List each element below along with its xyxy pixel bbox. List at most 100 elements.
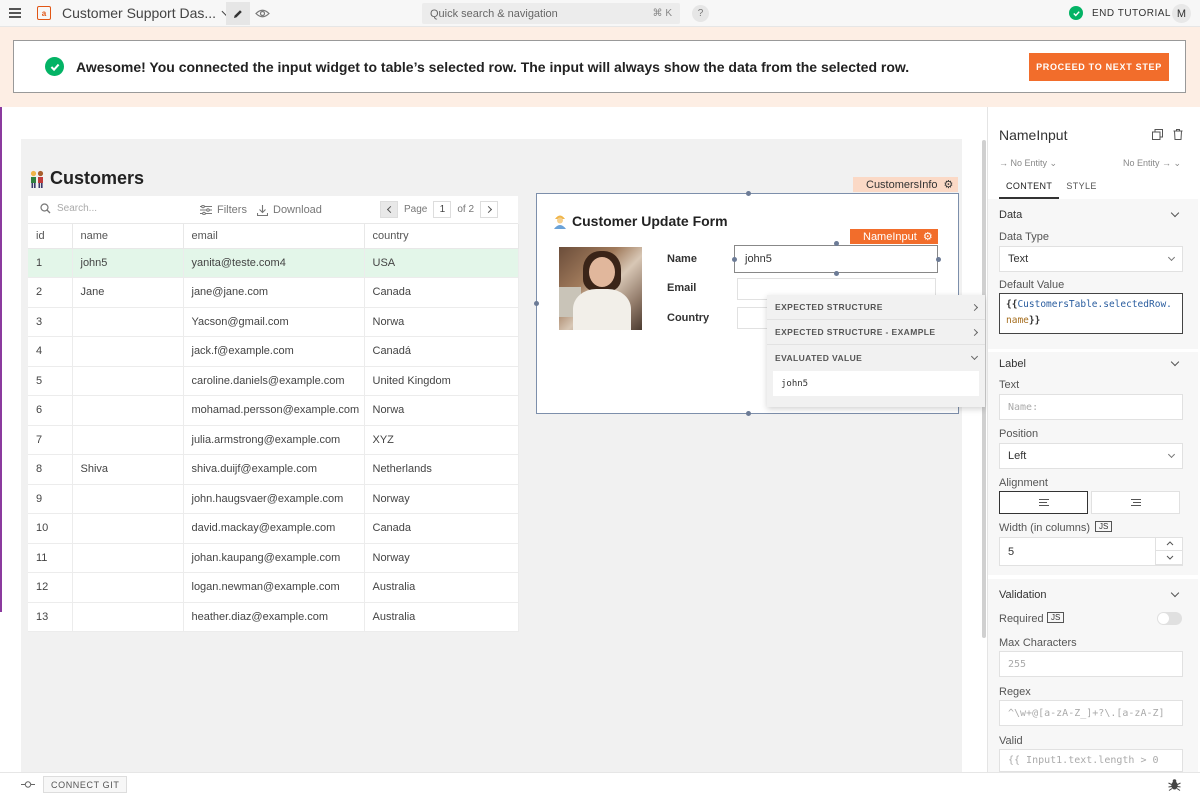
cell-name[interactable]: Shiva — [72, 454, 184, 485]
entity-link-left[interactable]: → No Entity ⌄ — [999, 158, 1057, 169]
label-section-title[interactable]: Label — [999, 358, 1026, 370]
cell-country[interactable]: United Kingdom — [364, 366, 519, 396]
valid-input[interactable]: {{ Input1.text.length > 0 — [999, 749, 1183, 772]
position-select[interactable]: Left — [999, 443, 1183, 469]
data-section-title[interactable]: Data — [999, 209, 1022, 221]
cell-country[interactable]: Australia — [364, 602, 519, 632]
table-row[interactable]: 1 john5 yanita@teste.com4 USA — [28, 248, 519, 278]
help-button[interactable]: ? — [692, 5, 709, 22]
cell-email[interactable]: logan.newman@example.com — [183, 572, 365, 603]
cell-id[interactable]: 9 — [28, 484, 73, 514]
nameinput-widget-tag[interactable]: NameInput ⚙ — [850, 229, 938, 244]
cell-id[interactable]: 5 — [28, 366, 73, 396]
cell-name[interactable]: Jane — [72, 277, 184, 308]
copy-icon[interactable] — [1152, 129, 1163, 140]
cell-email[interactable]: jack.f@example.com — [183, 336, 365, 367]
cell-name[interactable] — [72, 484, 184, 514]
cell-email[interactable]: johan.kaupang@example.com — [183, 543, 365, 573]
cell-email[interactable]: john.haugsvaer@example.com — [183, 484, 365, 514]
expected-structure-row[interactable]: EXPECTED STRUCTURE — [767, 295, 985, 320]
preview-button[interactable] — [254, 6, 270, 20]
name-input[interactable]: john5 — [734, 245, 938, 273]
resize-handle-top[interactable] — [746, 191, 751, 196]
resize-handle-left[interactable] — [732, 257, 737, 262]
cell-email[interactable]: shiva.duijf@example.com — [183, 454, 365, 485]
cell-email[interactable]: julia.armstrong@example.com — [183, 425, 365, 455]
table-row[interactable]: 10 david.mackay@example.com Canada — [28, 513, 519, 544]
cell-id[interactable]: 6 — [28, 395, 73, 426]
increment-button[interactable] — [1156, 537, 1183, 551]
required-toggle[interactable] — [1157, 612, 1182, 625]
tab-content[interactable]: CONTENT — [999, 178, 1060, 199]
cell-id[interactable]: 13 — [28, 602, 73, 632]
filters-button[interactable]: Filters — [200, 204, 247, 216]
js-toggle-badge[interactable]: JS — [1095, 521, 1113, 532]
label-text-input[interactable]: Name: — [999, 394, 1183, 420]
js-toggle-badge[interactable]: JS — [1047, 612, 1065, 623]
width-stepper[interactable] — [1155, 537, 1183, 566]
cell-name[interactable] — [72, 543, 184, 573]
edit-mode-button[interactable] — [226, 2, 250, 25]
regex-input[interactable]: ^\w+@[a-zA-Z_]+?\.[a-zA-Z] — [999, 700, 1183, 726]
prev-page-button[interactable] — [380, 201, 398, 218]
cell-email[interactable]: Yacson@gmail.com — [183, 307, 365, 337]
data-type-select[interactable]: Text — [999, 246, 1183, 272]
expected-example-row[interactable]: EXPECTED STRUCTURE - EXAMPLE — [767, 320, 985, 345]
column-header-name[interactable]: name — [72, 224, 184, 249]
max-characters-input[interactable]: 255 — [999, 651, 1183, 677]
table-row[interactable]: 13 heather.diaz@example.com Australia — [28, 602, 519, 632]
cell-id[interactable]: 7 — [28, 425, 73, 455]
app-title[interactable]: Customer Support Das... — [62, 5, 216, 21]
validation-section-title[interactable]: Validation — [999, 589, 1047, 601]
cell-email[interactable]: david.mackay@example.com — [183, 513, 365, 544]
widget-name[interactable]: NameInput — [999, 127, 1067, 143]
cell-country[interactable]: USA — [364, 248, 519, 278]
cell-country[interactable]: Norwa — [364, 307, 519, 337]
cell-id[interactable]: 8 — [28, 454, 73, 485]
column-header-email[interactable]: email — [183, 224, 365, 249]
cell-country[interactable]: Australia — [364, 572, 519, 603]
cell-id[interactable]: 12 — [28, 572, 73, 603]
evaluated-value-row[interactable]: EVALUATED VALUE — [767, 345, 985, 370]
cell-country[interactable]: Norway — [364, 543, 519, 573]
cell-email[interactable]: caroline.daniels@example.com — [183, 366, 365, 396]
cell-id[interactable]: 1 — [28, 248, 73, 278]
resize-handle-bottom[interactable] — [834, 271, 839, 276]
download-button[interactable]: Download — [257, 204, 322, 216]
cell-name[interactable] — [72, 572, 184, 603]
cell-name[interactable] — [72, 366, 184, 396]
delete-icon[interactable] — [1173, 129, 1183, 140]
cell-id[interactable]: 10 — [28, 513, 73, 544]
table-row[interactable]: 11 johan.kaupang@example.com Norway — [28, 543, 519, 573]
resize-handle-left[interactable] — [534, 301, 539, 306]
cell-country[interactable]: Norway — [364, 484, 519, 514]
table-search[interactable]: Search... — [40, 203, 97, 214]
table-row[interactable]: 3 Yacson@gmail.com Norwa — [28, 307, 519, 337]
column-header-id[interactable]: id — [28, 224, 73, 249]
end-tutorial-button[interactable]: END TUTORIAL — [1069, 6, 1171, 20]
column-header-country[interactable]: country — [364, 224, 519, 249]
cell-id[interactable]: 3 — [28, 307, 73, 337]
cell-country[interactable]: Netherlands — [364, 454, 519, 485]
cell-country[interactable]: Canada — [364, 513, 519, 544]
quick-search-bar[interactable]: Quick search & navigation ⌘ K — [422, 3, 680, 24]
connect-git-button[interactable]: CONNECT GIT — [43, 776, 128, 793]
cell-country[interactable]: Norwa — [364, 395, 519, 426]
cell-name[interactable] — [72, 307, 184, 337]
menu-icon[interactable] — [9, 8, 21, 18]
cell-id[interactable]: 11 — [28, 543, 73, 573]
cell-name[interactable] — [72, 336, 184, 367]
entity-link-right[interactable]: No Entity → ⌄ — [1123, 158, 1181, 169]
decrement-button[interactable] — [1156, 551, 1183, 565]
table-row[interactable]: 2 Jane jane@jane.com Canada — [28, 277, 519, 308]
cell-id[interactable]: 2 — [28, 277, 73, 308]
bug-icon[interactable] — [1168, 778, 1181, 791]
customers-table[interactable]: Search... Filters Download Page 1 of 2 i… — [28, 196, 519, 632]
table-row[interactable]: 8 Shiva shiva.duijf@example.com Netherlands — [28, 454, 519, 485]
resize-handle-right[interactable] — [936, 257, 941, 262]
default-value-editor[interactable]: {{CustomersTable.selectedRow. name}} — [999, 293, 1183, 334]
proceed-next-step-button[interactable]: PROCEED TO NEXT STEP — [1029, 53, 1169, 81]
avatar[interactable]: M — [1172, 4, 1191, 23]
cell-email[interactable]: jane@jane.com — [183, 277, 365, 308]
cell-email[interactable]: mohamad.persson@example.com — [183, 395, 365, 426]
